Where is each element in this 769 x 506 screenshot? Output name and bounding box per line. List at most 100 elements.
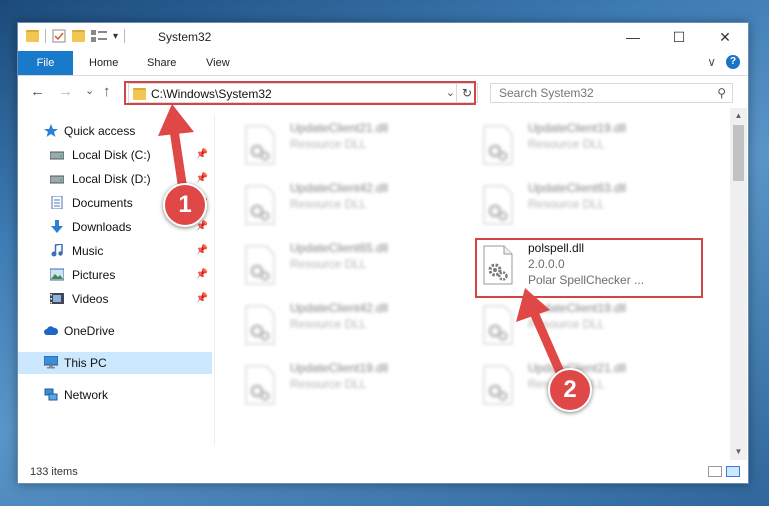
status-bar: 133 items	[18, 461, 748, 483]
file-item[interactable]: UpdateClient42.dll Resource DLL	[234, 179, 464, 235]
tab-file[interactable]: File	[18, 51, 73, 75]
pin-icon[interactable]: 📌	[196, 144, 208, 166]
file-item[interactable]: UpdateClient42.dll Resource DLL	[234, 299, 464, 355]
sidebar-item-videos[interactable]: Videos 📌	[18, 288, 212, 310]
properties-icon[interactable]	[52, 29, 66, 43]
view-toggle	[708, 466, 740, 477]
star-icon	[44, 124, 58, 137]
help-icon[interactable]: ?	[726, 55, 740, 69]
file-highlight-box	[475, 238, 703, 298]
file-item[interactable]: UpdateClient63.dll Resource DLL	[472, 179, 702, 235]
sidebar-item-onedrive[interactable]: OneDrive	[18, 320, 212, 342]
file-name: UpdateClient63.dll	[528, 181, 627, 195]
sidebar-item-label: Videos	[72, 292, 109, 306]
file-description: Resource DLL	[528, 197, 605, 211]
back-arrow-icon[interactable]: ←	[30, 83, 45, 100]
file-item[interactable]: UpdateClient21.dll Resource DLL	[234, 119, 464, 175]
download-icon	[51, 220, 63, 233]
sidebar-item-pictures[interactable]: Pictures 📌	[18, 264, 212, 286]
sidebar-item-this-pc[interactable]: This PC	[18, 352, 212, 374]
file-item[interactable]: UpdateClient19.dll Resource DLL	[234, 359, 464, 415]
recent-locations-icon[interactable]: ⌄	[85, 84, 94, 97]
search-icon[interactable]: ⚲	[717, 86, 726, 100]
picture-icon	[50, 268, 64, 281]
scroll-up-icon[interactable]: ▲	[730, 108, 747, 124]
sidebar-item-local-disk-c[interactable]: Local Disk (C:) 📌	[18, 144, 212, 166]
item-count: 133 items	[30, 466, 78, 478]
minimize-button[interactable]: —	[610, 23, 656, 51]
file-description: Resource DLL	[528, 137, 605, 151]
forward-arrow-icon[interactable]: →	[58, 83, 73, 100]
file-name: UpdateClient65.dll	[290, 241, 389, 255]
dll-file-icon	[245, 245, 275, 285]
sidebar-item-label: Network	[64, 388, 109, 402]
search-input[interactable]	[491, 84, 709, 102]
address-highlight-box	[124, 81, 476, 105]
pane-divider[interactable]	[214, 115, 215, 445]
file-name: UpdateClient19.dll	[528, 301, 627, 315]
tab-view[interactable]: View	[206, 51, 230, 75]
title-bar: ▾ System32 — ☐ ✕	[18, 23, 748, 51]
up-arrow-icon[interactable]: ↑	[103, 83, 111, 100]
pin-icon[interactable]: 📌	[196, 240, 208, 262]
drive-icon	[50, 175, 64, 184]
file-name: UpdateClient21.dll	[290, 121, 389, 135]
maximize-button[interactable]: ☐	[656, 23, 702, 51]
sidebar-item-label: Downloads	[72, 220, 132, 234]
sidebar-item-quick-access[interactable]: Quick access	[18, 120, 212, 142]
search-box[interactable]: ⚲	[490, 83, 733, 103]
new-folder-icon[interactable]	[72, 30, 85, 42]
file-description: Resource DLL	[290, 317, 367, 331]
toolbar-divider	[124, 29, 126, 43]
sidebar-item-label: Pictures	[72, 268, 116, 282]
window-title: System32	[158, 30, 212, 44]
sidebar-item-label: OneDrive	[64, 324, 115, 338]
file-description: Resource DLL	[528, 317, 605, 331]
computer-icon	[44, 356, 58, 369]
quick-access-toolbar: ▾	[26, 29, 126, 43]
dll-file-icon	[483, 125, 513, 165]
tab-share[interactable]: Share	[147, 51, 176, 75]
toolbar-divider	[45, 29, 46, 43]
file-item[interactable]: UpdateClient19.dll Resource DLL	[472, 299, 702, 355]
details-view-icon[interactable]	[708, 466, 722, 477]
dll-file-icon	[483, 365, 513, 405]
scrollbar-thumb[interactable]	[733, 125, 744, 181]
folder-icon	[26, 30, 39, 42]
customize-view-icon[interactable]	[91, 30, 107, 42]
tiles-view-icon[interactable]	[726, 466, 740, 477]
step-badge-1: 1	[163, 183, 207, 227]
sidebar-item-music[interactable]: Music 📌	[18, 240, 212, 262]
video-icon	[50, 293, 64, 304]
expand-ribbon-icon[interactable]: ∨	[707, 55, 716, 69]
cloud-icon	[44, 326, 58, 335]
file-item[interactable]: UpdateClient19.dll Resource DLL	[472, 119, 702, 175]
close-button[interactable]: ✕	[702, 23, 748, 51]
step-badge-2: 2	[548, 368, 592, 412]
tab-home[interactable]: Home	[89, 51, 118, 75]
sidebar-item-label: Local Disk (D:)	[72, 172, 151, 186]
explorer-window: ▾ System32 — ☐ ✕ File Home Share View ∨ …	[17, 22, 749, 484]
dll-file-icon	[245, 305, 275, 345]
ribbon-tabs: File Home Share View ∨ ?	[18, 51, 748, 76]
dll-file-icon	[245, 125, 275, 165]
file-item[interactable]: UpdateClient65.dll Resource DLL	[234, 239, 464, 295]
sidebar-item-label: This PC	[64, 356, 107, 370]
navigation-bar: ← → ⌄ ↑ C:\Windows\System32 ⌄ ↻ ⚲	[18, 76, 748, 108]
sidebar-item-label: Quick access	[64, 124, 136, 138]
file-name: UpdateClient42.dll	[290, 181, 389, 195]
sidebar-item-network[interactable]: Network	[18, 384, 212, 406]
dll-file-icon	[245, 365, 275, 405]
vertical-scrollbar[interactable]: ▲ ▼	[730, 108, 747, 460]
ribbon-right-controls: ∨ ?	[707, 55, 740, 69]
pin-icon[interactable]: 📌	[196, 264, 208, 286]
toolbar-dropdown-icon[interactable]: ▾	[113, 31, 118, 42]
pin-icon[interactable]: 📌	[196, 288, 208, 310]
file-description: Resource DLL	[290, 257, 367, 271]
sidebar-item-label: Local Disk (C:)	[72, 148, 151, 162]
scroll-down-icon[interactable]: ▼	[730, 444, 747, 460]
network-icon	[44, 388, 58, 401]
drive-icon	[50, 151, 64, 160]
dll-file-icon	[483, 305, 513, 345]
navigation-pane: Quick access Local Disk (C:) 📌 Local Dis…	[18, 115, 214, 450]
